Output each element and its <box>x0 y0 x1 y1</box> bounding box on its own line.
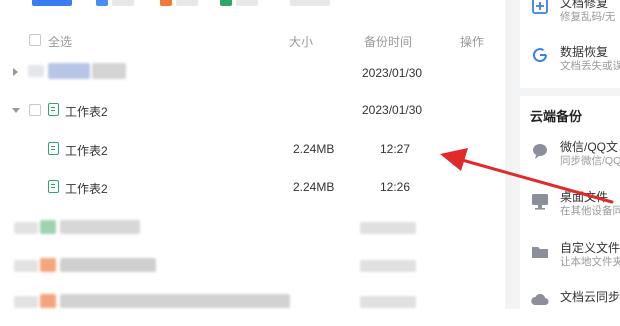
spreadsheet-icon <box>48 180 59 193</box>
blurred-content <box>360 260 416 272</box>
blurred-content <box>14 296 38 308</box>
file-name[interactable]: 工作表2 <box>65 103 108 120</box>
tool-subtitle: 文档丢失或误 <box>560 60 620 72</box>
chat-bubble-icon <box>533 144 547 159</box>
file-name[interactable]: 工作表2 <box>65 142 108 159</box>
tool-item-wechat-qq[interactable]: 微信/QQ文 同步微信/QQ <box>520 135 620 169</box>
cloud-backup-title: 云端备份 <box>530 109 583 124</box>
backup-time: 12:26 <box>380 180 411 194</box>
filter-chip-ppt[interactable] <box>160 0 200 6</box>
list-header: 全选 大小 备份时间 操作 <box>0 30 505 50</box>
tool-subtitle: 在其他设备同 <box>560 205 620 217</box>
file-size: 2.24MB <box>293 142 335 156</box>
tool-item-data-recovery[interactable]: 数据恢复 文档丢失或误 <box>520 40 620 76</box>
tool-item-custom-folder[interactable]: 自定义文件夹 让本地文件夹 <box>520 236 620 270</box>
blurred-content <box>14 260 38 272</box>
filter-chip-doc[interactable] <box>96 0 136 6</box>
spreadsheet-icon <box>48 142 59 155</box>
table-row[interactable]: 工作表2 2.24MB 12:27 <box>0 130 505 168</box>
tool-subtitle: 同步微信/QQ <box>560 155 620 167</box>
blurred-content <box>360 296 416 308</box>
expand-arrow-icon[interactable] <box>13 68 18 76</box>
panel-divider <box>505 0 520 309</box>
table-row[interactable] <box>0 288 505 326</box>
table-row[interactable]: 2023/01/30 <box>0 54 505 92</box>
blurred-content <box>48 63 90 79</box>
tool-subtitle: 修复乱码/无 <box>560 11 616 23</box>
tool-item-doc-repair[interactable]: 文档修复 修复乱码/无 <box>520 0 620 32</box>
filter-chip-all[interactable] <box>32 0 72 6</box>
action-column-header: 操作 <box>460 35 485 49</box>
row-checkbox[interactable] <box>29 104 41 116</box>
file-size: 2.24MB <box>293 180 335 194</box>
card-gap <box>520 88 620 96</box>
select-all-checkbox[interactable] <box>29 34 41 46</box>
filter-chip-sheet[interactable] <box>220 0 260 6</box>
blurred-content <box>60 220 140 234</box>
tools-card: 文档修复 修复乱码/无 数据恢复 文档丢失或误 <box>520 0 620 88</box>
blurred-content <box>60 258 156 272</box>
tool-subtitle: 让本地文件夹 <box>560 256 620 268</box>
table-row[interactable] <box>0 250 505 288</box>
table-row[interactable]: 工作表2 2023/01/30 <box>0 91 505 129</box>
table-row[interactable] <box>0 212 505 250</box>
blurred-content <box>360 222 416 234</box>
folder-icon <box>532 247 548 258</box>
file-name[interactable]: 工作表2 <box>65 180 108 197</box>
blurred-content <box>40 220 56 234</box>
table-row[interactable]: 工作表2 2.24MB 12:26 <box>0 168 505 206</box>
backup-time-column-header: 备份时间 <box>364 35 413 49</box>
monitor-icon <box>532 194 548 210</box>
backup-list-panel: 全选 大小 备份时间 操作 2023/01/30 工作表2 2023/01/30… <box>0 0 505 309</box>
blurred-content <box>92 63 126 79</box>
select-all-label: 全选 <box>48 35 73 49</box>
cloud-icon <box>531 293 549 305</box>
blurred-content <box>28 65 44 77</box>
blurred-content <box>60 294 290 308</box>
size-column-header: 大小 <box>289 35 314 49</box>
collapse-arrow-icon[interactable] <box>12 108 20 113</box>
spreadsheet-icon <box>48 103 59 116</box>
backup-time: 2023/01/30 <box>362 103 423 117</box>
backup-time: 2023/01/30 <box>362 66 423 80</box>
backup-time: 12:27 <box>380 142 411 156</box>
blurred-content <box>40 258 56 272</box>
tool-item-desktop-files[interactable]: 桌面文件 在其他设备同 <box>520 185 620 219</box>
tool-title: 文档云同步 <box>560 290 620 304</box>
tool-item-doc-cloud-sync[interactable]: 文档云同步 <box>520 284 620 309</box>
blurred-content <box>14 222 38 234</box>
doc-repair-icon <box>532 0 548 14</box>
blurred-content <box>40 294 56 308</box>
tools-sidebar: 文档修复 修复乱码/无 数据恢复 文档丢失或误 云端备份 微信/QQ文 同步微信… <box>520 0 620 309</box>
filter-chip-other[interactable] <box>290 0 330 6</box>
data-recovery-icon <box>533 48 548 63</box>
